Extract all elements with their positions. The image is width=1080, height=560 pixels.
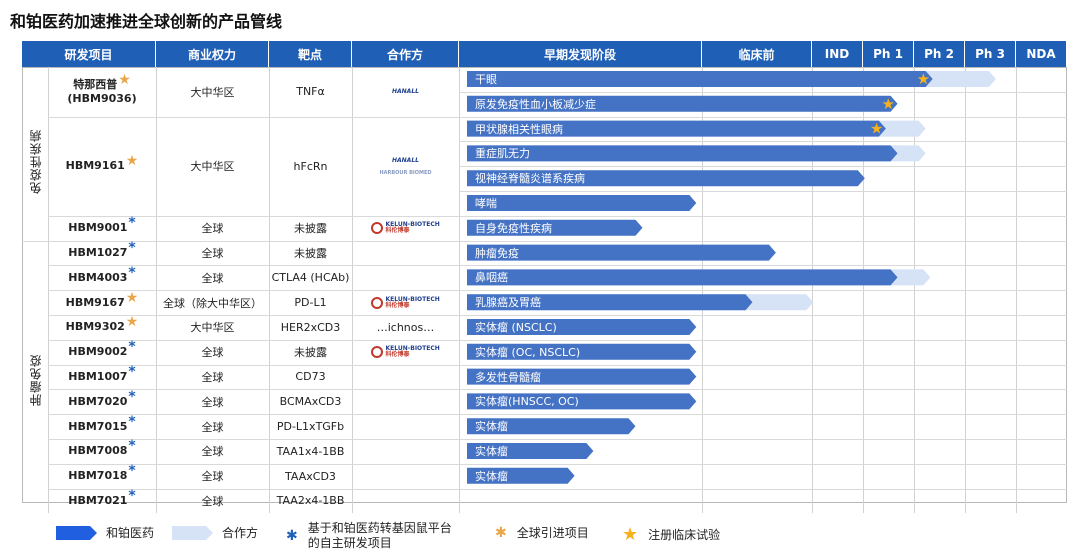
- bar-label: 原发免疫性血小板减少症: [475, 97, 596, 111]
- partner-swatch: [172, 525, 213, 540]
- bar-label: 鼻咽癌: [475, 271, 508, 285]
- legend-blue-mark: ✱ 基于和铂医药转基因鼠平台 的自主研发项目: [286, 521, 452, 550]
- own-bar: [467, 195, 697, 211]
- bar-label: 乳腺癌及胃癌: [475, 296, 541, 310]
- bar-label: 视神经脊髓炎谱系疾病: [475, 172, 585, 186]
- own-bar: [467, 71, 933, 87]
- bar-label: 实体瘤: [475, 445, 508, 458]
- star-icon: ★: [882, 95, 895, 113]
- star-icon: ★: [917, 70, 930, 88]
- legend-star: ★ 注册临床试验: [622, 524, 721, 545]
- pipeline-bars: ★ ★ ★: [467, 70, 996, 484]
- bar-label: 实体瘤 (OC, NSCLC): [475, 345, 581, 359]
- bar-label: 肿瘤免疫: [475, 246, 519, 260]
- star-icon: ★: [870, 120, 883, 138]
- own-bar: [467, 145, 898, 162]
- bar-label: 甲状腺相关性眼病: [475, 122, 563, 136]
- own-bar: [467, 269, 898, 286]
- bar-label: 自身免疫性疾病: [475, 221, 552, 235]
- legend-own: 和铂医药: [56, 524, 154, 541]
- asterisk-icon: ✱: [286, 528, 298, 544]
- bar-label: 实体瘤: [475, 469, 508, 483]
- own-swatch: [56, 525, 97, 540]
- bar-label: 实体瘤: [475, 420, 508, 434]
- legend-orange-mark: ✱ 全球引进项目: [495, 524, 589, 541]
- bar-label: 干眼: [475, 73, 497, 86]
- bar-label: 多发性骨髓瘤: [475, 370, 541, 384]
- bar-label: 重症肌无力: [475, 147, 530, 161]
- bar-label: 哮喘: [475, 197, 497, 210]
- legend-partner: 合作方: [172, 524, 258, 541]
- bar-label: 实体瘤(HNSCC, OC): [475, 395, 579, 409]
- asterisk-icon: ✱: [495, 524, 507, 541]
- bar-label: 实体瘤 (NSCLC): [475, 321, 557, 334]
- star-icon: ★: [622, 524, 639, 545]
